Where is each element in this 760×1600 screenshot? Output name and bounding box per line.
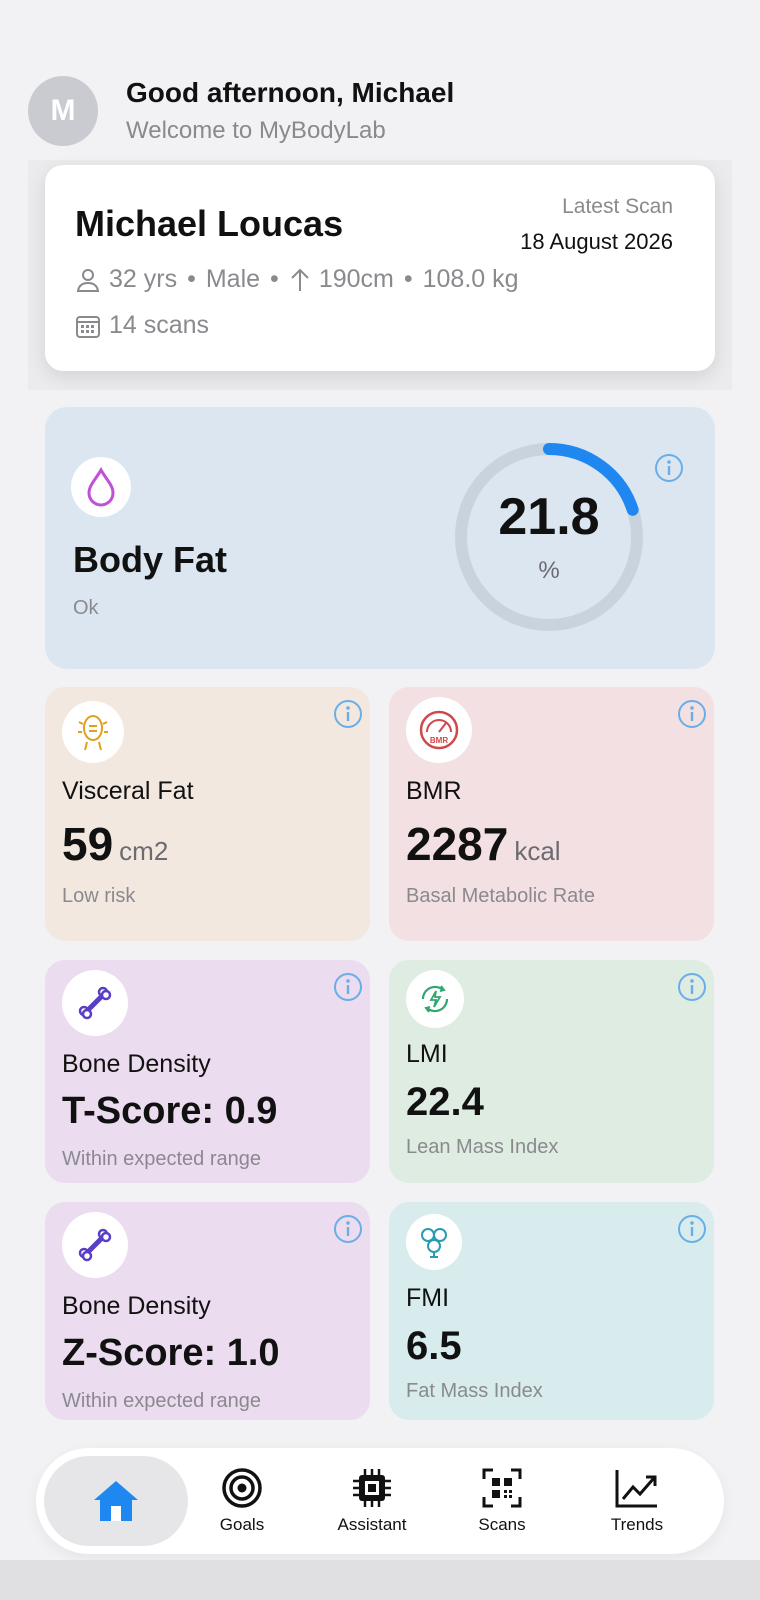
info-icon[interactable]	[677, 699, 707, 729]
energy-icon	[406, 970, 464, 1028]
profile-sex: Male	[205, 265, 261, 293]
bone-density-z-card[interactable]: Bone Density Z-Score: 1.0 Within expecte…	[45, 1202, 370, 1420]
separator: •	[187, 265, 196, 293]
tab-goals[interactable]: Goals	[202, 1448, 282, 1554]
info-icon[interactable]	[333, 1214, 363, 1244]
card-label: LMI	[406, 1040, 448, 1068]
separator: •	[270, 265, 279, 293]
card-value: 22.4	[406, 1080, 484, 1124]
avatar[interactable]: M	[28, 76, 98, 146]
home-icon	[94, 1481, 138, 1521]
profile-card[interactable]: Michael Loucas Latest Scan 18 August 202…	[45, 165, 715, 371]
profile-name: Michael Loucas	[75, 203, 344, 244]
fat-cells-icon	[406, 1214, 462, 1270]
card-note: Within expected range	[62, 1390, 262, 1412]
tab-label: Trends	[610, 1515, 664, 1534]
bmr-card[interactable]: BMR BMR 2287 kcal Basal Metabolic Rate	[389, 687, 714, 941]
fmi-card[interactable]: FMI 6.5 Fat Mass Index	[389, 1202, 714, 1420]
qr-icon	[482, 1468, 522, 1508]
card-note: Fat Mass Index	[406, 1380, 543, 1402]
tab-label: Goals	[219, 1515, 265, 1534]
svg-text:BMR: BMR	[430, 736, 448, 745]
latest-scan-label: Latest Scan	[562, 195, 673, 218]
bmr-value: 2287	[406, 818, 509, 870]
card-label: FMI	[406, 1284, 450, 1312]
info-icon[interactable]	[677, 1214, 707, 1244]
card-value: 6.5	[406, 1324, 462, 1368]
body-fat-value: 21.8	[498, 488, 600, 546]
tab-scans[interactable]: Scans	[462, 1448, 542, 1554]
tab-label: Scans	[478, 1515, 526, 1534]
visceral-fat-unit: cm2	[119, 836, 169, 866]
body-fat-status: Ok	[73, 597, 99, 619]
tab-assistant[interactable]: Assistant	[322, 1448, 422, 1554]
card-value: 2287 kcal	[406, 817, 561, 871]
lmi-card[interactable]: LMI 22.4 Lean Mass Index	[389, 960, 714, 1183]
torso-icon	[62, 701, 124, 763]
info-icon[interactable]	[333, 699, 363, 729]
profile-height: 190cm	[318, 265, 394, 293]
greeting-title: Good afternoon, Michael	[126, 77, 455, 108]
gauge-icon: BMR	[406, 697, 472, 763]
body-fat-title: Body Fat	[73, 539, 228, 580]
bone-icon	[62, 1212, 128, 1278]
target-icon	[222, 1468, 262, 1508]
card-note: Lean Mass Index	[406, 1136, 559, 1158]
latest-scan-date: 18 August 2026	[520, 229, 673, 254]
height-arrow-icon	[291, 268, 309, 291]
separator: •	[403, 265, 413, 293]
profile-scans: 14 scans	[75, 311, 209, 340]
card-label: Bone Density	[62, 1292, 211, 1320]
chip-icon	[353, 1469, 391, 1507]
body-fat-unit: %	[538, 557, 560, 584]
card-label: Bone Density	[62, 1050, 211, 1078]
visceral-fat-value: 59	[62, 818, 114, 870]
card-value: T-Score: 0.9	[62, 1090, 278, 1132]
card-note: Within expected range	[62, 1148, 262, 1170]
greeting-subtitle: Welcome to MyBodyLab	[126, 117, 386, 144]
bmr-unit: kcal	[514, 836, 561, 866]
card-label: Visceral Fat	[62, 777, 194, 805]
person-icon	[76, 268, 100, 292]
scan-count: 14 scans	[109, 311, 210, 339]
profile-weight: 108.0 kg	[422, 265, 519, 293]
card-note: Low risk	[62, 885, 136, 907]
tab-home[interactable]	[44, 1456, 188, 1546]
info-icon[interactable]	[654, 453, 684, 483]
calendar-icon	[76, 315, 100, 338]
greeting-block: Good afternoon, Michael Welcome to MyBod…	[126, 77, 454, 145]
tab-bar: Goals Assistant Scans Trends	[36, 1448, 724, 1554]
body-fat-card[interactable]: Body Fat Ok 21.8 %	[45, 407, 715, 669]
drop-icon	[71, 457, 131, 517]
home-indicator-bar	[0, 1560, 760, 1600]
card-note: Basal Metabolic Rate	[406, 885, 595, 907]
tab-label: Assistant	[337, 1515, 407, 1534]
profile-age: 32 yrs	[109, 265, 178, 293]
card-label: BMR	[406, 777, 462, 805]
bone-icon	[62, 970, 128, 1036]
tab-trends[interactable]: Trends	[592, 1448, 682, 1554]
header: M Good afternoon, Michael Welcome to MyB…	[28, 76, 454, 146]
card-value: 59 cm2	[62, 817, 168, 871]
visceral-fat-card[interactable]: Visceral Fat 59 cm2 Low risk	[45, 687, 370, 941]
bone-density-t-card[interactable]: Bone Density T-Score: 0.9 Within expecte…	[45, 960, 370, 1183]
info-icon[interactable]	[677, 972, 707, 1002]
profile-stats: 32 yrs • Male • 190cm • 108.0 kg	[75, 265, 519, 294]
trend-icon	[615, 1470, 657, 1508]
card-value: Z-Score: 1.0	[62, 1332, 280, 1374]
info-icon[interactable]	[333, 972, 363, 1002]
